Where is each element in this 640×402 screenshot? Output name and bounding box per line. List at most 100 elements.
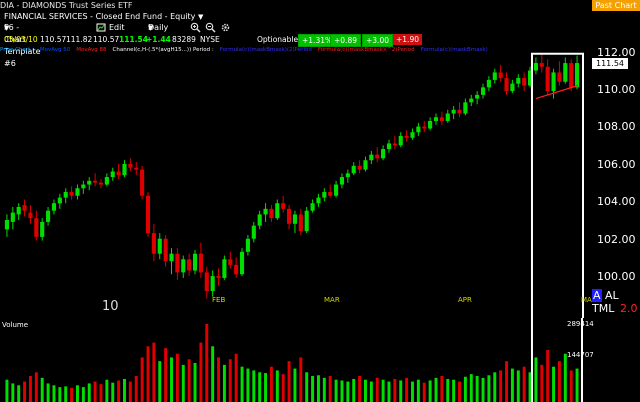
volume-bar: [452, 379, 456, 402]
volume-bar: [487, 375, 491, 402]
volume-bar: [299, 357, 303, 402]
candle-body: [4, 220, 9, 230]
candle-body: [110, 171, 115, 178]
candle-body: [151, 233, 156, 254]
candle-body: [392, 143, 397, 146]
volume-bar: [134, 376, 138, 402]
price-axis-label: 102.00: [597, 232, 636, 246]
volume-bar: [181, 364, 185, 402]
price-axis-label: 110.00: [597, 83, 636, 97]
volume-bar: [287, 361, 291, 402]
candle-body: [239, 251, 245, 275]
volume-bar: [340, 380, 344, 402]
volume-bar: [46, 383, 50, 402]
volume-bar: [346, 381, 350, 402]
volume-bar: [199, 342, 203, 402]
candle-body: [292, 214, 297, 224]
candle-body: [22, 205, 27, 211]
dropdown-icon[interactable]: ▼: [198, 13, 203, 21]
candle-body: [557, 72, 562, 82]
candle-body: [410, 132, 415, 138]
last-price-tag: 111.54: [592, 58, 628, 69]
volume-bar: [534, 357, 538, 402]
candle-body: [375, 154, 380, 159]
volume-bar: [499, 370, 503, 402]
candle-body: [422, 126, 427, 129]
candle-body: [222, 259, 227, 278]
volume-bar: [146, 346, 150, 402]
candle-body: [275, 203, 280, 219]
volume-bar: [34, 372, 38, 402]
candle-body: [234, 264, 239, 275]
date-axis-label: FEB: [212, 296, 226, 304]
volume-bar: [546, 350, 550, 402]
volume-bar: [246, 368, 250, 402]
candle-body: [310, 203, 315, 211]
candle-body: [569, 63, 574, 88]
price-axis-label: 108.00: [597, 120, 636, 134]
volume-bar: [463, 376, 467, 402]
candle-body: [46, 210, 51, 222]
volume-bar: [422, 382, 426, 402]
price-chart[interactable]: [0, 44, 585, 318]
volume-bar: [187, 359, 191, 402]
volume-label: Volume: [2, 321, 29, 329]
volume-bar: [140, 357, 144, 402]
candle-body: [93, 180, 98, 183]
volume-bar: [440, 376, 444, 402]
price-axis-label: 112.00: [597, 45, 636, 59]
candle-body: [551, 72, 556, 92]
candle-body: [433, 117, 439, 122]
volume-bar: [123, 378, 126, 402]
volume-bar: [505, 361, 508, 402]
volume-bar: [81, 387, 85, 402]
volume-bar: [352, 378, 356, 402]
volume-bar: [458, 381, 461, 402]
volume-bar: [434, 377, 438, 402]
candle-body: [192, 253, 198, 271]
candle-body: [251, 225, 256, 239]
edit-button[interactable]: Edit: [109, 22, 125, 34]
candle-body: [363, 160, 368, 170]
volume-bar: [222, 364, 226, 402]
candle-body: [175, 253, 180, 273]
volume-bar: [399, 380, 403, 402]
candle-body: [98, 182, 104, 185]
volume-bar: [411, 381, 414, 402]
candle-body: [575, 63, 580, 88]
candle-body: [269, 208, 274, 219]
candle-body: [504, 78, 509, 92]
volume-bar: [540, 364, 544, 402]
candle-body: [87, 180, 92, 185]
volume-bar: [293, 368, 297, 402]
candle-body: [204, 272, 209, 292]
volume-bar: [393, 378, 397, 402]
volume-bar: [516, 370, 520, 402]
template-row: F6 - Chart Template #6 ▼ Edit Daily ▼: [0, 22, 640, 68]
volume-bar: [164, 348, 168, 402]
volume-chart[interactable]: [0, 318, 585, 402]
chevron-down-icon: ▼: [4, 24, 10, 32]
chevron-down-icon: ▼: [148, 24, 154, 32]
price-axis-label: 100.00: [597, 269, 636, 283]
candle-body: [510, 83, 515, 92]
date-axis-label: MA: [581, 296, 592, 304]
volume-bar: [493, 372, 497, 402]
candle-body: [498, 72, 503, 79]
candle-body: [210, 276, 215, 292]
volume-bar: [369, 381, 373, 402]
volume-bar: [5, 379, 9, 402]
date-axis-label: APR: [458, 296, 472, 304]
highlight-box: [530, 52, 585, 318]
price-axis-label: 106.00: [597, 157, 636, 171]
candle-body: [40, 221, 45, 237]
indicator-letter: A: [592, 289, 602, 302]
volume-bar: [175, 353, 179, 402]
candle-body: [63, 192, 68, 198]
volume-bar: [152, 342, 156, 402]
candle-body: [475, 94, 480, 99]
indicator-value: 2.0: [620, 302, 638, 315]
volume-bar: [264, 373, 268, 402]
volume-bar: [481, 377, 485, 402]
candle-body: [104, 177, 109, 185]
